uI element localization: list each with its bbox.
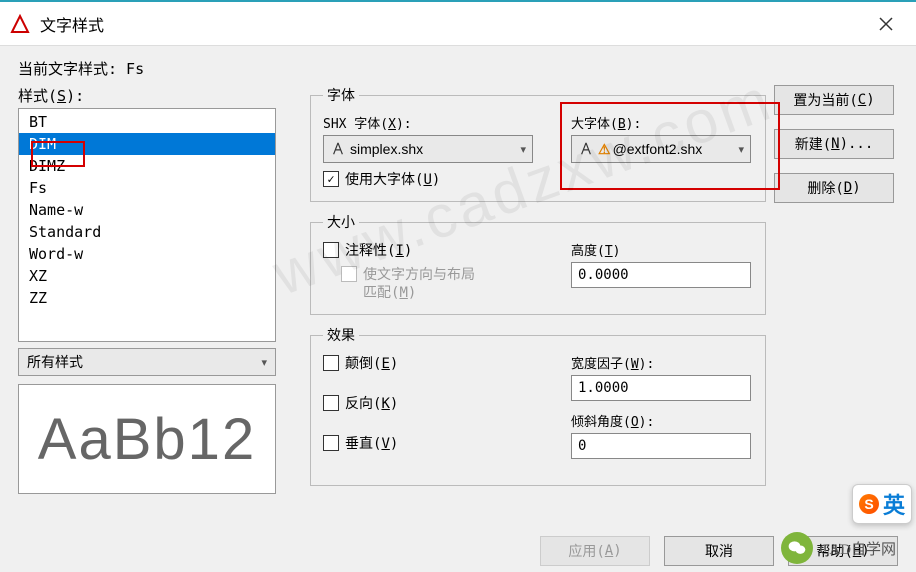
checkbox-box xyxy=(323,435,339,451)
bigfont-select[interactable]: ⚠ @extfont2.shx ▾ xyxy=(571,135,751,163)
upside-down-checkbox[interactable]: 颠倒(E) xyxy=(323,353,533,373)
text-style-dialog: 文字样式 当前文字样式: Fs 样式(S): BTDIMDIMZFsName-w… xyxy=(0,0,916,572)
ime-lang: 英 xyxy=(883,488,905,520)
style-list-item[interactable]: BT xyxy=(19,111,275,133)
width-factor-label: 宽度因子(W): xyxy=(571,353,751,372)
style-listbox[interactable]: BTDIMDIMZFsName-wStandardWord-wXZZZ xyxy=(18,108,276,342)
checkbox-box xyxy=(341,266,357,282)
font-group: 字体 SHX 字体(X): simplex.shx ▾ xyxy=(310,85,766,202)
shx-font-value: simplex.shx xyxy=(350,141,520,157)
checkbox-box xyxy=(323,355,339,371)
style-list-item[interactable]: XZ xyxy=(19,265,275,287)
shx-font-select[interactable]: simplex.shx ▾ xyxy=(323,135,533,163)
style-list-item[interactable]: DIM xyxy=(19,133,275,155)
size-group-legend: 大小 xyxy=(323,212,359,232)
chevron-down-icon: ▾ xyxy=(738,143,744,156)
app-logo-icon xyxy=(10,14,30,34)
use-bigfont-checkbox[interactable]: ✓ 使用大字体(U) xyxy=(323,169,533,189)
chevron-down-icon: ▾ xyxy=(261,356,267,369)
bigfont-label: 大字体(B): xyxy=(571,113,751,132)
close-button[interactable] xyxy=(866,4,906,44)
titlebar: 文字样式 xyxy=(0,2,916,46)
backwards-label: 反向(K) xyxy=(345,393,398,413)
vertical-label: 垂直(V) xyxy=(345,433,398,453)
chevron-down-icon: ▾ xyxy=(520,143,526,156)
height-label: 高度(T) xyxy=(571,240,751,259)
style-list-item[interactable]: Fs xyxy=(19,177,275,199)
style-filter-select[interactable]: 所有样式 ▾ xyxy=(18,348,276,376)
annotative-label: 注释性(I) xyxy=(345,240,412,260)
backwards-checkbox[interactable]: 反向(K) xyxy=(323,393,533,413)
style-list-item[interactable]: ZZ xyxy=(19,287,275,309)
checkbox-box xyxy=(323,395,339,411)
ime-indicator[interactable]: S 英 xyxy=(852,484,912,524)
cancel-button[interactable]: 取消 xyxy=(664,536,774,566)
height-input[interactable] xyxy=(571,262,751,288)
shx-font-label: SHX 字体(X): xyxy=(323,113,533,132)
oblique-angle-input[interactable] xyxy=(571,433,751,459)
wechat-icon xyxy=(781,532,813,564)
vertical-checkbox[interactable]: 垂直(V) xyxy=(323,433,533,453)
warning-icon: ⚠ xyxy=(598,141,611,158)
sogou-icon: S xyxy=(859,494,879,514)
style-list-item[interactable]: Name-w xyxy=(19,199,275,221)
effects-group-legend: 效果 xyxy=(323,325,359,345)
effects-group: 效果 颠倒(E) 反向(K) xyxy=(310,325,766,486)
oblique-angle-label: 倾斜角度(O): xyxy=(571,411,751,430)
compass-icon xyxy=(330,141,346,157)
checkbox-box xyxy=(323,242,339,258)
brand-text: CAD自学网 xyxy=(819,538,896,559)
brand-overlay: CAD自学网 xyxy=(781,532,896,564)
annotative-checkbox[interactable]: 注释性(I) xyxy=(323,240,533,260)
style-preview: AaBb12 xyxy=(18,384,276,494)
style-list-item[interactable]: Word-w xyxy=(19,243,275,265)
match-orientation-checkbox: 使文字方向与布局匹配(M) xyxy=(341,266,533,302)
dialog-title: 文字样式 xyxy=(40,12,104,36)
set-current-button[interactable]: 置为当前(C) xyxy=(774,85,894,115)
match-orientation-label: 使文字方向与布局匹配(M) xyxy=(363,266,475,302)
apply-button[interactable]: 应用(A) xyxy=(540,536,650,566)
font-group-legend: 字体 xyxy=(323,85,359,105)
checkbox-box: ✓ xyxy=(323,171,339,187)
width-factor-input[interactable] xyxy=(571,375,751,401)
bigfont-value: @extfont2.shx xyxy=(613,141,739,157)
upside-down-label: 颠倒(E) xyxy=(345,353,398,373)
styles-label: 样式(S): xyxy=(18,85,296,106)
style-list-item[interactable]: Standard xyxy=(19,221,275,243)
style-filter-value: 所有样式 xyxy=(27,352,83,372)
size-group: 大小 注释性(I) 使文字方向与布局匹配(M) xyxy=(310,212,766,315)
delete-style-button[interactable]: 删除(D) xyxy=(774,173,894,203)
current-style-label: 当前文字样式: Fs xyxy=(18,58,898,79)
new-style-button[interactable]: 新建(N)... xyxy=(774,129,894,159)
style-list-item[interactable]: DIMZ xyxy=(19,155,275,177)
use-bigfont-label: 使用大字体(U) xyxy=(345,169,440,189)
compass-icon xyxy=(578,141,594,157)
